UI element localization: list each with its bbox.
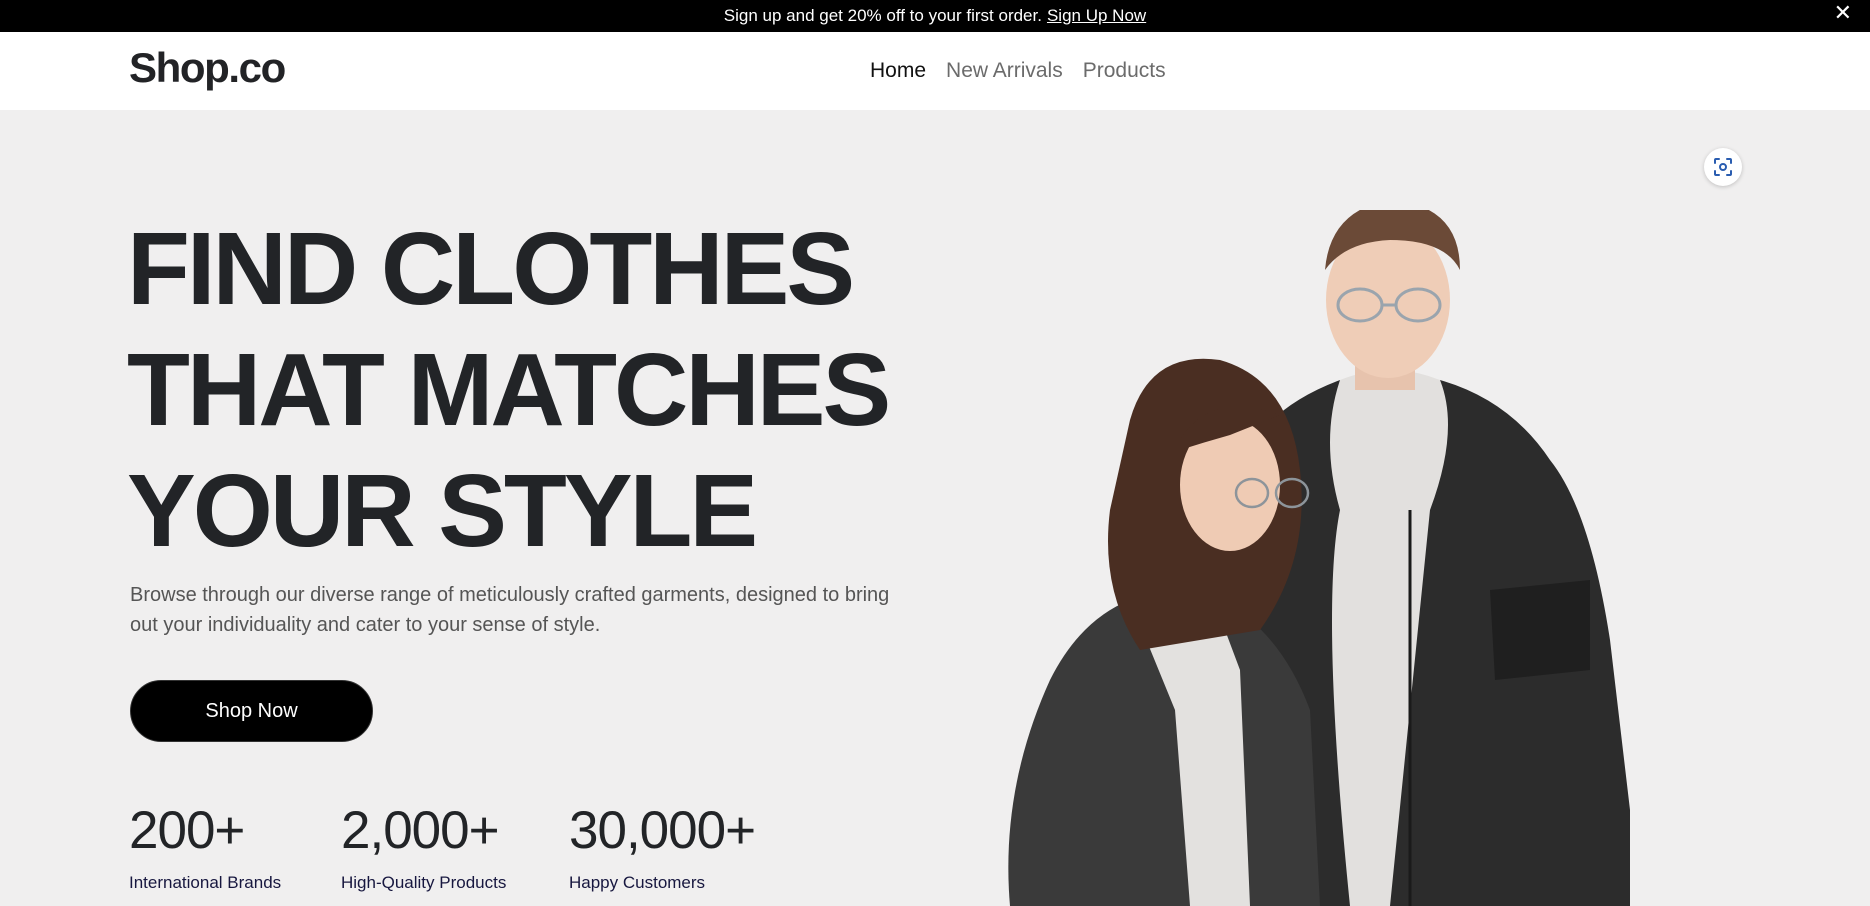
stat-label: High-Quality Products — [341, 873, 507, 892]
sign-up-link[interactable]: Sign Up Now — [1047, 6, 1146, 26]
hero-headline: FIND CLOTHES THAT MATCHES YOUR STYLE — [127, 208, 891, 571]
stat-label: Happy Customers — [569, 873, 706, 892]
hero-image — [1008, 210, 1630, 906]
headline-line: YOUR STYLE — [127, 453, 758, 568]
announcement-text: Sign up and get 20% off to your first or… — [723, 6, 1042, 25]
nav-home[interactable]: Home — [870, 59, 926, 83]
header: Shop.co Home New Arrivals Products — [0, 32, 1870, 110]
announcement-bar: Sign up and get 20% off to your first or… — [0, 0, 1870, 32]
stat-value: 30,000+ — [569, 801, 756, 860]
visual-search-icon[interactable] — [1704, 148, 1742, 186]
logo[interactable]: Shop.co — [129, 44, 286, 92]
close-icon[interactable]: ✕ — [1834, 2, 1852, 24]
stat-customers: 30,000+ Happy Customers — [569, 800, 756, 893]
stat-brands: 200+ International Brands — [129, 800, 281, 893]
headline-line: FIND CLOTHES — [127, 211, 855, 326]
hero-description: Browse through our diverse range of meti… — [130, 584, 890, 636]
shop-now-button[interactable]: Shop Now — [130, 680, 373, 742]
nav-new-arrivals[interactable]: New Arrivals — [946, 59, 1063, 83]
stat-label: International Brands — [129, 873, 282, 892]
nav-products[interactable]: Products — [1083, 59, 1166, 83]
headline-line: THAT MATCHES — [127, 332, 891, 447]
stat-value: 2,000+ — [341, 801, 500, 860]
main-nav: Home New Arrivals Products — [870, 59, 1166, 83]
stat-value: 200+ — [129, 801, 245, 860]
stat-products: 2,000+ High-Quality Products — [341, 800, 506, 893]
